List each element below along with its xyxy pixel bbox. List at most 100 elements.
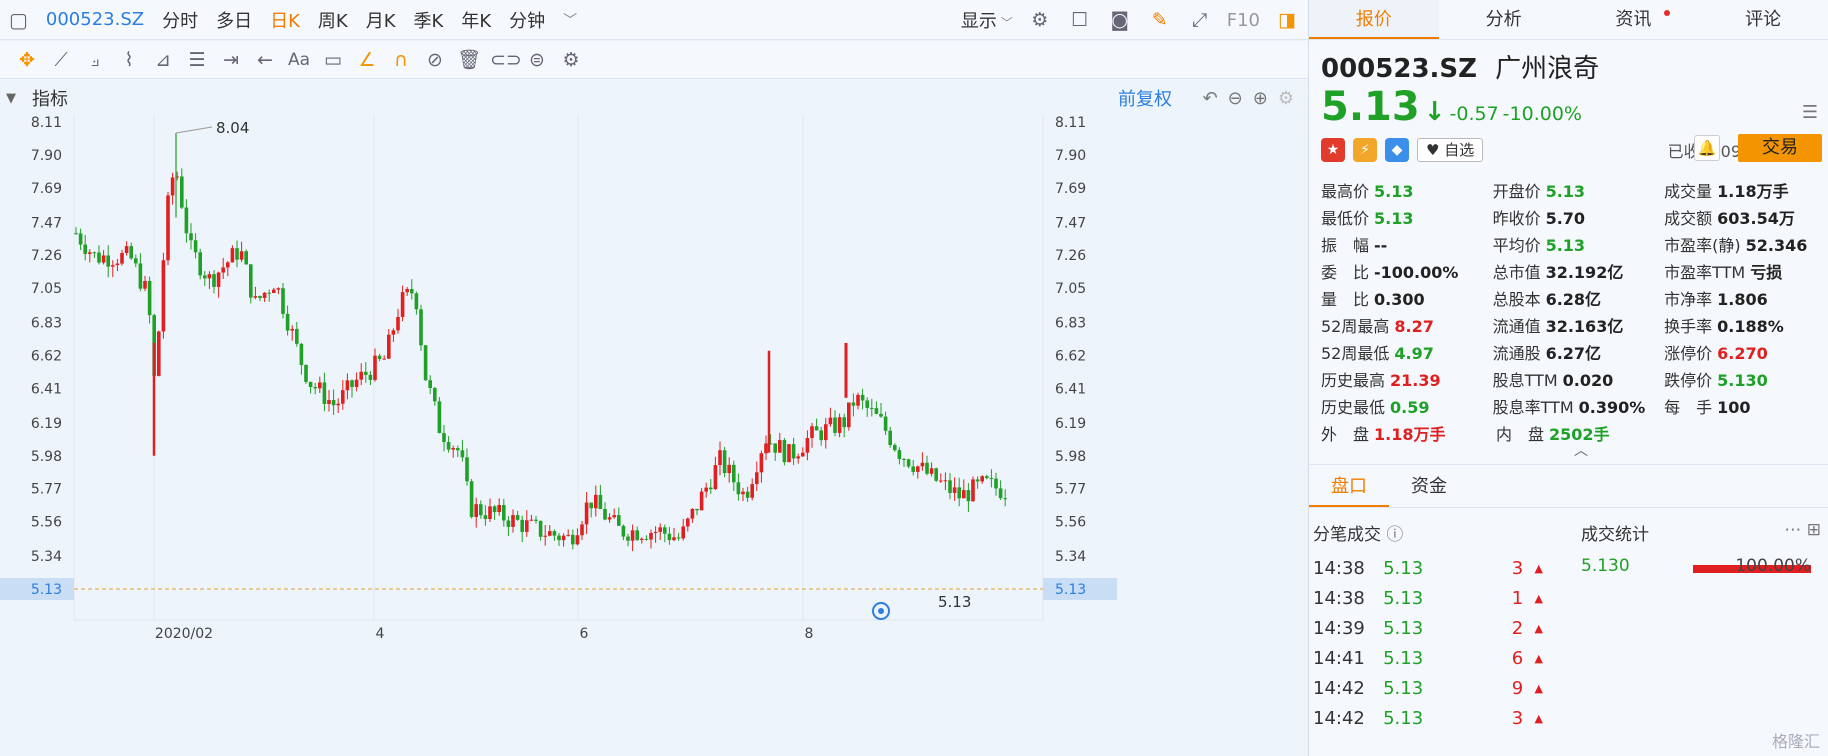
tick-list[interactable]: 14:38 5.13 3 ▲ 14:38 5.13 1 ▲ 14:39 5.13 2 ▲ 14:41 5.…: [1313, 548, 1543, 756]
pencil-icon[interactable]: ✎: [1147, 9, 1173, 31]
candle-body: [782, 440, 787, 463]
candle-body: [281, 288, 285, 314]
polyline-icon[interactable]: ⟓: [82, 49, 108, 71]
settings-icon[interactable]: ⚙: [1027, 9, 1053, 31]
bell-icon[interactable]: 🔔: [1694, 135, 1720, 161]
comment-icon[interactable]: ▭: [320, 49, 346, 71]
candle-body: [198, 252, 202, 276]
tick-p: 5.13: [1383, 708, 1424, 729]
move-icon[interactable]: ✥: [14, 49, 40, 71]
candle-body: [870, 407, 874, 409]
wave-icon[interactable]: ⌇: [116, 49, 142, 71]
y-tick-label: 7.90: [1055, 148, 1086, 164]
collapse-chevron-icon[interactable]: ︿: [1574, 440, 1588, 460]
quote-cell: 开盘价 5.13: [1493, 178, 1665, 205]
adjust-dropdown[interactable]: 前复权: [1118, 85, 1172, 111]
fib-icon[interactable]: ☰: [184, 49, 210, 71]
stock-title: 000523.SZ 广州浪奇: [1321, 48, 1816, 85]
tab-fenzhong[interactable]: 分钟: [500, 7, 554, 33]
link-icon[interactable]: ⊂⊃: [490, 49, 522, 71]
candlestick-chart[interactable]: 8.11 8.11 7.90 7.90 7.69 7.69 7.47 7.47 7.26 7.26…: [0, 115, 1308, 756]
tab-rik[interactable]: 日K: [261, 7, 309, 33]
last-price-label: 5.13: [938, 593, 971, 611]
tab-pankou[interactable]: 盘口: [1309, 465, 1389, 507]
candle-body: [640, 538, 644, 541]
candle-body: [612, 515, 616, 518]
candle-body: [722, 450, 727, 474]
more-icon[interactable]: ⋯: [1784, 520, 1801, 540]
quote-cell: 平均价 5.13: [1493, 232, 1665, 259]
collapse-icon[interactable]: ▼: [6, 91, 16, 106]
tab-fenshi[interactable]: 分时: [153, 7, 207, 33]
candle-body: [184, 207, 189, 234]
tab-zijin[interactable]: 资金: [1389, 465, 1469, 507]
y-tick-label: 6.83: [1055, 316, 1086, 332]
tab-news[interactable]: 资讯: [1569, 0, 1699, 39]
gear-icon[interactable]: ⚙: [1278, 88, 1294, 109]
tab-zhouk[interactable]: 周K: [309, 7, 357, 33]
sync-icon[interactable]: ⊜: [524, 49, 550, 71]
hide-icon[interactable]: ⊘: [422, 49, 448, 71]
candle-body: [598, 494, 603, 510]
candle-body: [842, 417, 846, 428]
undo-icon[interactable]: ↶: [1203, 88, 1218, 109]
grid-icon[interactable]: ⊞: [1807, 520, 1821, 540]
candle-body: [635, 530, 639, 541]
quote-key: 跌停价: [1664, 371, 1713, 390]
candle-body: [520, 519, 524, 532]
candle-body: [295, 328, 299, 344]
trash-icon[interactable]: 🗑: [456, 48, 482, 71]
quote-cell: 市净率 1.806: [1664, 286, 1821, 313]
arrow-icon[interactable]: ←: [252, 49, 278, 71]
camera-icon[interactable]: ◙: [1107, 9, 1133, 31]
zoom-in-icon[interactable]: ⊕: [1253, 88, 1268, 109]
last-price: 5.13: [1321, 84, 1420, 130]
menu-icon[interactable]: ☰: [1802, 102, 1818, 123]
candle-body: [387, 334, 391, 359]
trade-button[interactable]: 交易: [1738, 134, 1822, 162]
candle-body: [589, 502, 593, 509]
quote-row: 外 盘 1.18万手内 盘 2502手: [1321, 421, 1821, 448]
hline-icon[interactable]: ⇥: [218, 49, 244, 71]
quote-key: 股息TTM: [1492, 371, 1558, 390]
tab-comments[interactable]: 评论: [1698, 0, 1828, 39]
chevron-down-icon[interactable]: ﹀: [554, 10, 586, 30]
stock-code-link[interactable]: 000523.SZ: [37, 9, 153, 30]
text-icon[interactable]: Aa: [286, 50, 312, 70]
display-dropdown[interactable]: 显示 ﹀: [961, 7, 1013, 33]
candle-body: [428, 380, 432, 389]
fullscreen-icon[interactable]: ⤢: [1187, 9, 1213, 31]
candle-body: [575, 535, 580, 545]
quote-cell: 量 比 0.300: [1321, 286, 1493, 313]
tab-analysis[interactable]: 分析: [1439, 0, 1569, 39]
lightning-icon[interactable]: ⚡: [1353, 138, 1377, 162]
candle-body: [856, 394, 860, 406]
settings-icon[interactable]: ⚙: [558, 49, 584, 71]
candle-body: [433, 388, 437, 402]
f10-button[interactable]: F10: [1227, 10, 1260, 31]
candle-body: [465, 457, 469, 482]
watchlist-button[interactable]: ♥ 自选: [1417, 138, 1484, 162]
indicator-label[interactable]: 指标: [32, 85, 68, 111]
tick-v: 2: [1511, 618, 1524, 639]
candle-body: [474, 504, 478, 518]
pencil-icon[interactable]: ∠: [354, 49, 380, 71]
tab-jik[interactable]: 季K: [405, 7, 453, 33]
help-icon[interactable]: ⓘ: [1386, 525, 1403, 545]
tag-icon[interactable]: ◆: [1385, 138, 1409, 162]
tab-niank[interactable]: 年K: [452, 7, 500, 33]
stats-title: 成交统计: [1581, 525, 1649, 545]
measure-icon[interactable]: ⊿: [150, 49, 176, 71]
tab-duori[interactable]: 多日: [207, 7, 261, 33]
sidebar-toggle-icon[interactable]: ◨: [1274, 9, 1300, 31]
tab-yuek[interactable]: 月K: [357, 7, 405, 33]
panel-toggle-icon[interactable]: ▢: [0, 8, 37, 32]
candle-body: [824, 424, 828, 441]
tab-quote[interactable]: 报价: [1309, 0, 1439, 39]
layout-icon[interactable]: ☐: [1067, 9, 1093, 31]
tick-t: 14:42: [1313, 708, 1365, 729]
magnet-icon[interactable]: ∩: [388, 49, 414, 71]
line-icon[interactable]: ⟋: [48, 49, 74, 71]
candle-body: [469, 481, 474, 518]
zoom-out-icon[interactable]: ⊖: [1228, 88, 1243, 109]
